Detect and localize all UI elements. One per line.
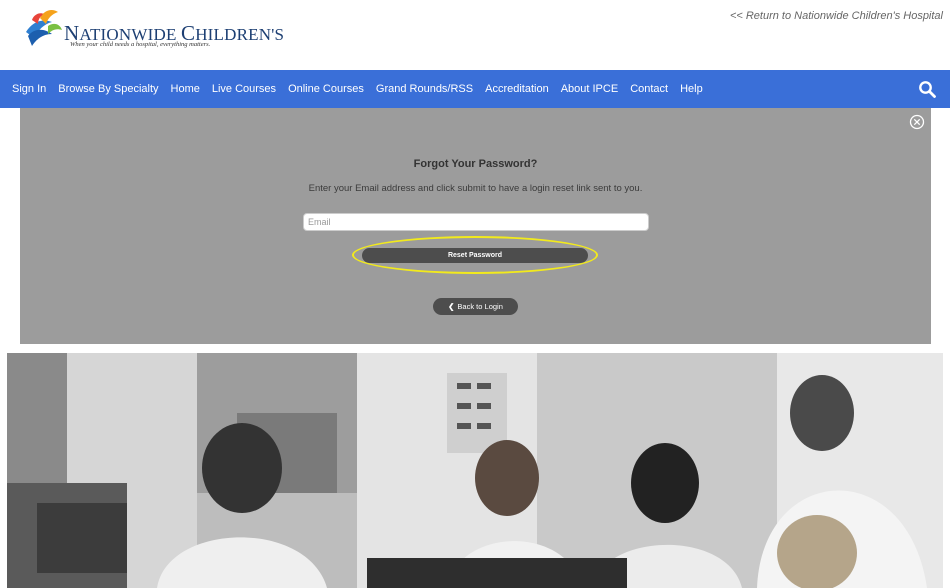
back-to-login-label: Back to Login bbox=[457, 302, 503, 311]
logo[interactable]: NATIONWIDE CHILDREN'S When your child ne… bbox=[18, 4, 284, 54]
search-icon[interactable] bbox=[918, 80, 936, 98]
nav-items: Sign In Browse By Specialty Home Live Co… bbox=[12, 70, 715, 108]
nav-item-accreditation[interactable]: Accreditation bbox=[485, 83, 549, 95]
reset-password-button[interactable]: Reset Password bbox=[362, 248, 588, 263]
nav-item-home[interactable]: Home bbox=[171, 83, 200, 95]
site-header: NATIONWIDE CHILDREN'S When your child ne… bbox=[0, 0, 950, 70]
return-to-hospital-link[interactable]: << Return to Nationwide Children's Hospi… bbox=[730, 10, 943, 22]
logo-tagline: When your child needs a hospital, everyt… bbox=[70, 41, 211, 48]
email-field[interactable] bbox=[303, 213, 649, 231]
main-nav: Sign In Browse By Specialty Home Live Co… bbox=[0, 70, 950, 108]
nav-item-help[interactable]: Help bbox=[680, 83, 703, 95]
nav-item-online-courses[interactable]: Online Courses bbox=[288, 83, 364, 95]
panel-title: Forgot Your Password? bbox=[413, 158, 538, 170]
chevron-left-icon: ❮ bbox=[448, 302, 455, 311]
hero-image bbox=[7, 353, 943, 588]
close-icon[interactable] bbox=[909, 114, 925, 130]
nav-item-live-courses[interactable]: Live Courses bbox=[212, 83, 276, 95]
nav-item-sign-in[interactable]: Sign In bbox=[12, 83, 46, 95]
nav-item-about-ipce[interactable]: About IPCE bbox=[561, 83, 618, 95]
nav-item-contact[interactable]: Contact bbox=[630, 83, 668, 95]
panel-instructions: Enter your Email address and click submi… bbox=[308, 183, 643, 194]
nav-item-grand-rounds[interactable]: Grand Rounds/RSS bbox=[376, 83, 473, 95]
nav-item-browse-by-specialty[interactable]: Browse By Specialty bbox=[58, 83, 158, 95]
hero-photo bbox=[7, 353, 943, 588]
back-to-login-button[interactable]: ❮ Back to Login bbox=[433, 298, 518, 315]
forgot-password-panel: Forgot Your Password? Enter your Email a… bbox=[20, 108, 931, 344]
logo-icon bbox=[26, 10, 62, 46]
